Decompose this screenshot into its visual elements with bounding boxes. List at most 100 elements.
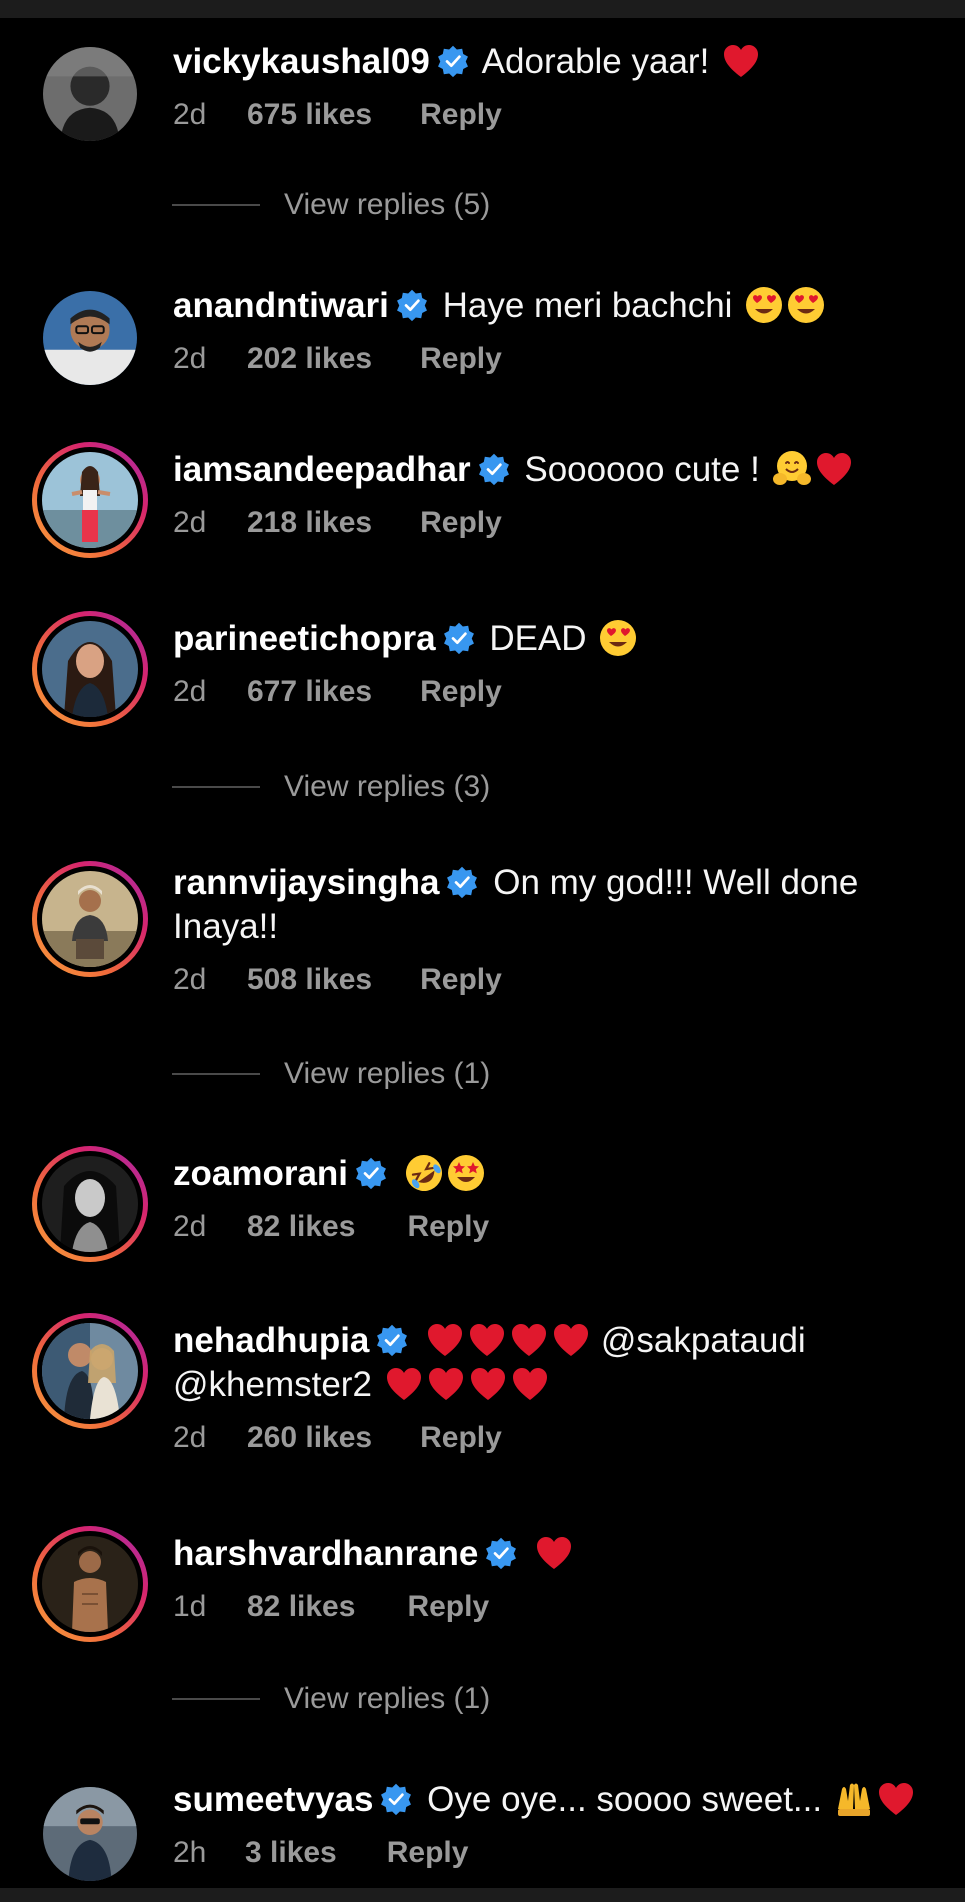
verified-badge-icon bbox=[484, 1536, 518, 1570]
reply-button[interactable]: Reply bbox=[420, 98, 502, 132]
verified-badge-icon bbox=[379, 1782, 413, 1816]
verified-badge-icon bbox=[445, 865, 479, 899]
comment-body: Haye meri bachchi bbox=[442, 286, 733, 325]
reply-button[interactable]: Reply bbox=[420, 506, 502, 540]
rolling-laughing-emoji bbox=[404, 1153, 444, 1193]
avatar[interactable] bbox=[32, 36, 148, 152]
reply-button[interactable]: Reply bbox=[420, 342, 502, 376]
comment-meta: 2d 82 likes Reply bbox=[173, 1210, 489, 1244]
red-heart-emoji bbox=[509, 1320, 549, 1360]
verified-badge-icon bbox=[354, 1156, 388, 1190]
view-replies-button[interactable]: View replies (1) bbox=[172, 1057, 490, 1091]
username[interactable]: anandntiwari bbox=[173, 286, 389, 325]
username[interactable]: rannvijaysingha bbox=[173, 863, 439, 902]
red-heart-emoji bbox=[721, 41, 761, 81]
likes-count[interactable]: 260 likes bbox=[247, 1421, 372, 1455]
comment-meta: 2h 3 likes Reply bbox=[173, 1836, 468, 1870]
hugging-face-emoji bbox=[772, 449, 812, 489]
likes-count[interactable]: 82 likes bbox=[247, 1590, 355, 1624]
red-heart-emoji bbox=[814, 449, 854, 489]
avatar[interactable] bbox=[32, 1313, 148, 1429]
reply-button[interactable]: Reply bbox=[420, 675, 502, 709]
username[interactable]: zoamorani bbox=[173, 1154, 348, 1193]
red-heart-emoji bbox=[534, 1533, 574, 1573]
avatar[interactable] bbox=[32, 1776, 148, 1892]
comment-age: 2d bbox=[173, 506, 207, 539]
likes-count[interactable]: 508 likes bbox=[247, 963, 372, 997]
heart-eyes-emoji bbox=[786, 285, 826, 325]
heart-eyes-emoji bbox=[744, 285, 784, 325]
comment-age: 2d bbox=[173, 1210, 207, 1243]
avatar[interactable] bbox=[32, 611, 148, 727]
comment-meta: 2d 202 likes Reply bbox=[173, 342, 502, 376]
comment-body: Adorable yaar! bbox=[481, 42, 710, 81]
comment-meta: 2d 218 likes Reply bbox=[173, 506, 502, 540]
view-replies-button[interactable]: View replies (1) bbox=[172, 1682, 490, 1716]
view-replies-label: View replies (1) bbox=[284, 1682, 491, 1715]
likes-count[interactable]: 82 likes bbox=[247, 1210, 355, 1244]
comment-meta: 2d 675 likes Reply bbox=[173, 98, 502, 132]
red-heart-emoji bbox=[468, 1364, 508, 1404]
red-heart-emoji bbox=[425, 1320, 465, 1360]
replies-divider bbox=[172, 1698, 260, 1700]
reply-button[interactable]: Reply bbox=[420, 1421, 502, 1455]
avatar[interactable] bbox=[32, 1146, 148, 1262]
verified-badge-icon bbox=[442, 621, 476, 655]
username[interactable]: iamsandeepadhar bbox=[173, 450, 471, 489]
likes-count[interactable]: 675 likes bbox=[247, 98, 372, 132]
avatar[interactable] bbox=[32, 861, 148, 977]
view-replies-button[interactable]: View replies (5) bbox=[172, 188, 490, 222]
verified-badge-icon bbox=[477, 452, 511, 486]
view-replies-button[interactable]: View replies (3) bbox=[172, 770, 490, 804]
red-heart-emoji bbox=[384, 1364, 424, 1404]
verified-badge-icon bbox=[436, 44, 470, 78]
comment-age: 2d bbox=[173, 675, 207, 708]
comment-text: iamsandeepadhar Soooooo cute ! bbox=[173, 448, 943, 492]
avatar[interactable] bbox=[32, 280, 148, 396]
comment-text: zoamorani bbox=[173, 1152, 943, 1196]
comment-age: 1d bbox=[173, 1590, 207, 1623]
replies-divider bbox=[172, 204, 260, 206]
likes-count[interactable]: 218 likes bbox=[247, 506, 372, 540]
username[interactable]: harshvardhanrane bbox=[173, 1534, 478, 1573]
comment-age: 2d bbox=[173, 963, 207, 996]
avatar[interactable] bbox=[32, 442, 148, 558]
red-heart-emoji bbox=[426, 1364, 466, 1404]
comment-meta: 2d 260 likes Reply bbox=[173, 1421, 502, 1455]
reply-button[interactable]: Reply bbox=[407, 1590, 489, 1624]
heart-eyes-emoji bbox=[598, 618, 638, 658]
reply-button[interactable]: Reply bbox=[420, 963, 502, 997]
comment-body: Oye oye... soooo sweet... bbox=[427, 1780, 823, 1819]
likes-count[interactable]: 3 likes bbox=[245, 1836, 337, 1870]
reply-button[interactable]: Reply bbox=[387, 1836, 469, 1870]
username[interactable]: sumeetvyas bbox=[173, 1780, 373, 1819]
view-replies-label: View replies (5) bbox=[284, 188, 491, 221]
likes-count[interactable]: 677 likes bbox=[247, 675, 372, 709]
status-strip bbox=[0, 0, 965, 18]
comment-text: nehadhupia @sakpataudi @khemster2 bbox=[173, 1319, 943, 1407]
bottom-strip bbox=[0, 1888, 965, 1902]
likes-count[interactable]: 202 likes bbox=[247, 342, 372, 376]
comment-age: 2d bbox=[173, 98, 207, 131]
comment-body: DEAD bbox=[489, 619, 587, 658]
comment-age: 2h bbox=[173, 1836, 207, 1869]
replies-divider bbox=[172, 1073, 260, 1075]
comment-meta: 2d 508 likes Reply bbox=[173, 963, 502, 997]
username[interactable]: parineetichopra bbox=[173, 619, 436, 658]
verified-badge-icon bbox=[395, 288, 429, 322]
comment-age: 2d bbox=[173, 342, 207, 375]
view-replies-label: View replies (3) bbox=[284, 770, 491, 803]
comment-meta: 1d 82 likes Reply bbox=[173, 1590, 489, 1624]
username[interactable]: vickykaushal09 bbox=[173, 42, 430, 81]
comment-body: Soooooo cute ! bbox=[524, 450, 760, 489]
comment-text: rannvijaysingha On my god!!! Well done I… bbox=[173, 861, 943, 949]
raising-hands-emoji bbox=[834, 1779, 874, 1819]
reply-button[interactable]: Reply bbox=[407, 1210, 489, 1244]
username[interactable]: nehadhupia bbox=[173, 1321, 369, 1360]
avatar[interactable] bbox=[32, 1526, 148, 1642]
comment-text: vickykaushal09 Adorable yaar! bbox=[173, 40, 943, 84]
comment-meta: 2d 677 likes Reply bbox=[173, 675, 502, 709]
comment-text: anandntiwari Haye meri bachchi bbox=[173, 284, 943, 328]
verified-badge-icon bbox=[375, 1323, 409, 1357]
view-replies-label: View replies (1) bbox=[284, 1057, 491, 1090]
